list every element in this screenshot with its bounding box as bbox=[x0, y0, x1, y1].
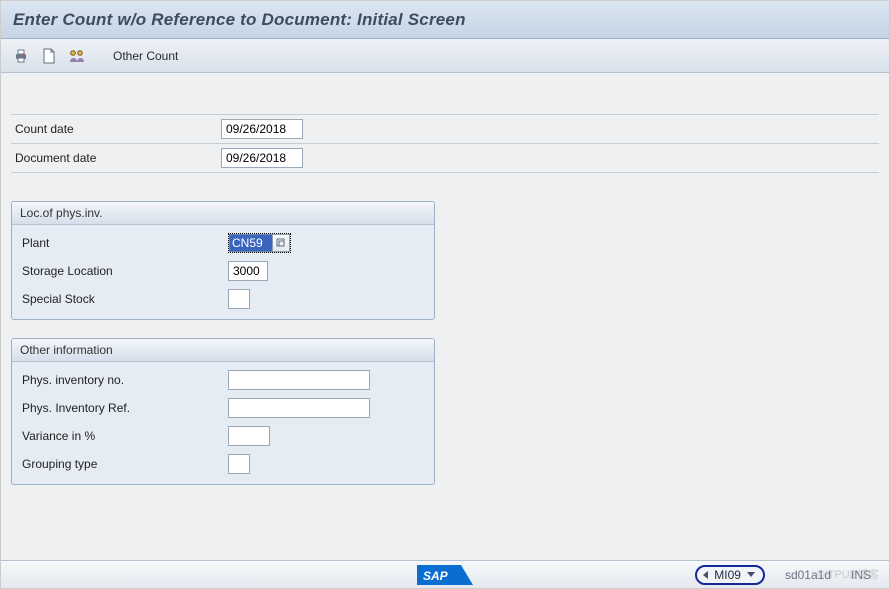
document-date-label: Document date bbox=[11, 151, 221, 165]
tcode-selector[interactable]: MI09 bbox=[695, 565, 765, 585]
group-header-other: Other information bbox=[12, 339, 434, 362]
special-stock-label: Special Stock bbox=[18, 292, 228, 306]
group-body-other: Phys. inventory no. Phys. Inventory Ref.… bbox=[12, 362, 434, 484]
row-phys-inv-no: Phys. inventory no. bbox=[18, 366, 428, 394]
grouping-type-input[interactable] bbox=[228, 454, 250, 474]
divider bbox=[11, 114, 879, 115]
row-special-stock: Special Stock bbox=[18, 285, 428, 313]
toolbar: Other Count bbox=[1, 39, 889, 73]
app-window: Enter Count w/o Reference to Document: I… bbox=[0, 0, 890, 589]
title-bar: Enter Count w/o Reference to Document: I… bbox=[1, 1, 889, 39]
content-area: Count date Document date Loc.of phys.inv… bbox=[1, 73, 889, 495]
group-loc-phys-inv: Loc.of phys.inv. Plant bbox=[11, 201, 435, 320]
phys-inv-no-input[interactable] bbox=[228, 370, 370, 390]
chevron-down-icon bbox=[747, 572, 755, 577]
row-plant: Plant bbox=[18, 229, 428, 257]
svg-text:SAP: SAP bbox=[423, 569, 449, 583]
row-document-date: Document date bbox=[11, 145, 879, 171]
phys-inv-ref-label: Phys. Inventory Ref. bbox=[18, 401, 228, 415]
row-count-date: Count date bbox=[11, 116, 879, 142]
document-icon[interactable] bbox=[39, 46, 59, 66]
variance-label: Variance in % bbox=[18, 429, 228, 443]
row-storage-location: Storage Location bbox=[18, 257, 428, 285]
document-date-input[interactable] bbox=[221, 148, 303, 168]
overview-icon[interactable] bbox=[67, 46, 87, 66]
system-id: sd01a1d bbox=[785, 568, 831, 582]
status-bar: SAP MI09 sd01a1d INS bbox=[1, 560, 889, 588]
tcode-text: MI09 bbox=[714, 568, 741, 582]
divider bbox=[11, 143, 879, 144]
group-other-info: Other information Phys. inventory no. Ph… bbox=[11, 338, 435, 485]
insert-mode: INS bbox=[851, 568, 871, 582]
storage-location-label: Storage Location bbox=[18, 264, 228, 278]
sap-logo: SAP bbox=[417, 563, 473, 587]
plant-label: Plant bbox=[18, 236, 228, 250]
divider bbox=[11, 172, 879, 173]
page-title: Enter Count w/o Reference to Document: I… bbox=[13, 10, 466, 30]
phys-inv-ref-input[interactable] bbox=[228, 398, 370, 418]
other-count-button[interactable]: Other Count bbox=[103, 47, 188, 65]
row-phys-inv-ref: Phys. Inventory Ref. bbox=[18, 394, 428, 422]
plant-input[interactable] bbox=[229, 234, 273, 252]
phys-inv-no-label: Phys. inventory no. bbox=[18, 373, 228, 387]
grouping-type-label: Grouping type bbox=[18, 457, 228, 471]
count-date-label: Count date bbox=[11, 122, 221, 136]
row-variance: Variance in % bbox=[18, 422, 428, 450]
storage-location-input[interactable] bbox=[228, 261, 268, 281]
search-help-icon bbox=[276, 238, 286, 248]
row-grouping-type: Grouping type bbox=[18, 450, 428, 478]
group-header-loc: Loc.of phys.inv. bbox=[12, 202, 434, 225]
group-body-loc: Plant Storage Location bbox=[12, 225, 434, 319]
print-icon[interactable] bbox=[11, 46, 31, 66]
special-stock-input[interactable] bbox=[228, 289, 250, 309]
chevron-left-icon bbox=[703, 571, 708, 579]
count-date-input[interactable] bbox=[221, 119, 303, 139]
plant-f4-help-button[interactable] bbox=[272, 234, 290, 252]
plant-field-wrap bbox=[228, 233, 291, 253]
variance-input[interactable] bbox=[228, 426, 270, 446]
